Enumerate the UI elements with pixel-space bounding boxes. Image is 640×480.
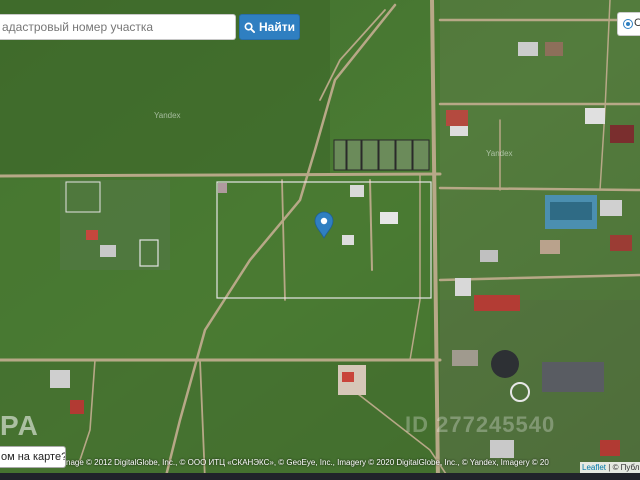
leaflet-link[interactable]: Leaflet: [582, 463, 606, 472]
map-label-yandex: Yandex: [486, 149, 513, 158]
map-feedback-button[interactable]: ом на карте?: [0, 446, 66, 468]
plot-corner-marker: [218, 183, 227, 193]
water-tower: [491, 350, 519, 378]
search-icon: [244, 22, 255, 33]
map-label-yandex: Yandex: [154, 111, 181, 120]
village-east: [440, 0, 640, 300]
plots-north: [333, 139, 430, 171]
listing-id-watermark: ID 277245540: [405, 412, 556, 437]
search-button[interactable]: Найти: [239, 14, 300, 40]
attribution-suffix: | © Публ: [608, 463, 640, 472]
attribution-text: nage © 2012 DigitalGlobe, Inc., © ООО ИТ…: [66, 458, 549, 467]
cadastral-search-input[interactable]: адастровый номер участка: [0, 14, 236, 40]
map-attribution: nage © 2012 DigitalGlobe, Inc., © ООО ИТ…: [66, 456, 640, 469]
brand-watermark: PA: [0, 410, 39, 441]
leaflet-attribution: Leaflet | © Публ: [580, 462, 640, 473]
layer-label: С: [634, 17, 640, 29]
bottom-strip: [0, 473, 640, 480]
satellite-map[interactable]: [0, 0, 640, 480]
layer-radio[interactable]: [623, 19, 633, 29]
layer-switch[interactable]: С: [617, 12, 640, 36]
search-button-label: Найти: [259, 20, 295, 34]
